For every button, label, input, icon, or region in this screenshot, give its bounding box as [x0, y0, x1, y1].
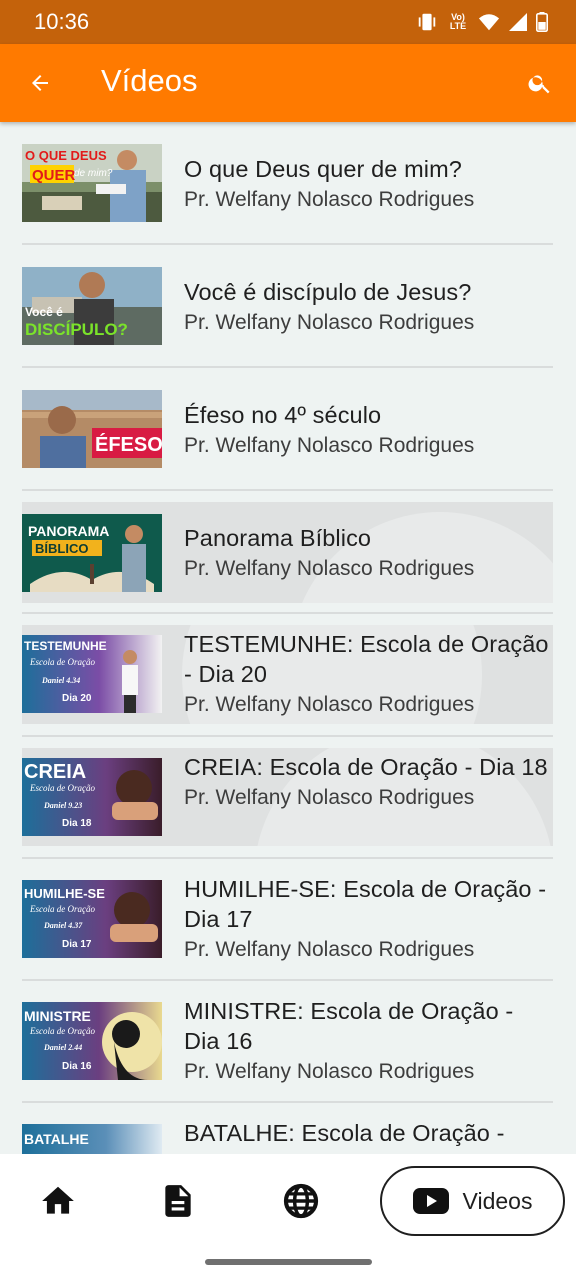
svg-text:de mim?: de mim? — [74, 168, 113, 179]
svg-text:MINISTRE: MINISTRE — [24, 1008, 91, 1024]
video-author: Pr. Welfany Nolasco Rodrigues — [184, 1060, 475, 1083]
svg-text:Escola de Oração: Escola de Oração — [29, 904, 95, 914]
svg-text:Escola de Oração: Escola de Oração — [29, 783, 95, 793]
svg-text:Você é: Você é — [25, 305, 63, 319]
page-title: Vídeos — [101, 63, 198, 98]
back-button[interactable] — [22, 65, 58, 101]
nav-videos[interactable]: Videos — [380, 1166, 565, 1236]
video-texts: BATALHE: Escola de Oração - — [184, 1118, 549, 1150]
svg-text:Escola de Oração: Escola de Oração — [29, 657, 95, 667]
svg-text:BÍBLICO: BÍBLICO — [35, 541, 88, 556]
divider — [22, 612, 553, 614]
wifi-icon — [478, 12, 500, 32]
video-title: CREIA: Escola de Oração - Dia 18 — [184, 754, 548, 780]
video-texts: TESTEMUNHE: Escola de Oração - Dia 20 Pr… — [184, 629, 549, 719]
video-title: Éfeso no 4º século — [184, 402, 382, 428]
video-title: Você é discípulo de Jesus? — [184, 279, 472, 305]
bottom-navigation: Videos — [0, 1154, 576, 1246]
battery-icon — [536, 12, 548, 32]
video-author: Pr. Welfany Nolasco Rodrigues — [184, 557, 475, 580]
home-icon — [42, 1186, 74, 1214]
video-texts: Éfeso no 4º século Pr. Welfany Nolasco R… — [184, 400, 549, 460]
gesture-bar — [0, 1246, 576, 1280]
video-title: MINISTRE: Escola de Oração - Dia 16 — [184, 998, 514, 1054]
video-texts: HUMILHE-SE: Escola de Oração - Dia 17 Pr… — [184, 874, 549, 964]
video-author: Pr. Welfany Nolasco Rodrigues — [184, 188, 475, 211]
svg-text:Dia 20: Dia 20 — [62, 693, 92, 704]
video-item[interactable]: CREIA Escola de Oração Daniel 9.23 Dia 1… — [22, 748, 553, 846]
video-thumbnail: O QUE DEUS QUER de mim? — [22, 144, 162, 222]
video-author: Pr. Welfany Nolasco Rodrigues — [184, 693, 475, 716]
video-title: HUMILHE-SE: Escola de Oração - Dia 17 — [184, 876, 547, 932]
video-thumbnail: CREIA Escola de Oração Daniel 9.23 Dia 1… — [22, 758, 162, 836]
search-icon — [528, 75, 550, 94]
video-thumbnail: Você é DISCÍPULO? — [22, 267, 162, 345]
video-thumbnail: MINISTRE Escola de Oração Daniel 2.44 Di… — [22, 1002, 162, 1080]
video-item[interactable]: TESTEMUNHE Escola de Oração Daniel 4.34 … — [22, 625, 553, 724]
video-title: TESTEMUNHE: Escola de Oração - Dia 20 — [184, 631, 549, 687]
video-texts: Você é discípulo de Jesus? Pr. Welfany N… — [184, 277, 549, 337]
svg-text:PANORAMA: PANORAMA — [28, 523, 109, 539]
video-item[interactable]: BATALHE BATALHE: Escola de Oração - — [22, 1103, 553, 1154]
nav-videos-label: Videos — [462, 1187, 533, 1214]
video-author: Pr. Welfany Nolasco Rodrigues — [184, 938, 475, 961]
video-thumbnail: BATALHE — [22, 1124, 162, 1154]
svg-text:Dia 16: Dia 16 — [62, 1061, 92, 1072]
youtube-icon — [412, 1188, 449, 1214]
status-time: 10:36 — [34, 9, 90, 34]
signal-icon — [509, 13, 527, 31]
status-icons: Vo) LTE — [416, 10, 548, 34]
svg-text:QUER: QUER — [32, 167, 76, 184]
video-author: Pr. Welfany Nolasco Rodrigues — [184, 434, 475, 457]
nav-document[interactable] — [158, 1181, 198, 1221]
globe-icon — [283, 1183, 319, 1219]
video-author: Pr. Welfany Nolasco Rodrigues — [184, 786, 475, 809]
video-texts: CREIA: Escola de Oração - Dia 18 Pr. Wel… — [184, 752, 549, 812]
video-list: O QUE DEUS QUER de mim? O que Deus quer … — [0, 122, 576, 1154]
app-bar: Vídeos — [0, 44, 576, 122]
video-texts: MINISTRE: Escola de Oração - Dia 16 Pr. … — [184, 996, 549, 1086]
svg-text:Daniel 2.44: Daniel 2.44 — [43, 1043, 82, 1052]
vibrate-icon — [416, 11, 438, 33]
video-thumbnail: PANORAMA BÍBLICO — [22, 514, 162, 592]
video-title: BATALHE: Escola de Oração - — [184, 1120, 505, 1146]
video-texts: O que Deus quer de mim? Pr. Welfany Nola… — [184, 154, 549, 214]
video-title: O que Deus quer de mim? — [184, 156, 462, 182]
svg-text:CREIA: CREIA — [24, 761, 86, 783]
video-title: Panorama Bíblico — [184, 525, 372, 551]
svg-text:Daniel 4.34: Daniel 4.34 — [41, 676, 80, 685]
svg-text:Escola de Oração: Escola de Oração — [29, 1026, 95, 1036]
home-gesture-handle[interactable] — [205, 1259, 372, 1265]
video-thumbnail: HUMILHE-SE Escola de Oração Daniel 4.37 … — [22, 880, 162, 958]
divider — [22, 735, 553, 737]
status-bar: 10:36 Vo) LTE — [0, 0, 576, 44]
search-button[interactable] — [522, 65, 558, 101]
document-icon — [165, 1185, 191, 1217]
nav-globe[interactable] — [281, 1181, 321, 1221]
svg-text:DISCÍPULO?: DISCÍPULO? — [25, 320, 128, 339]
divider — [22, 489, 553, 491]
video-item[interactable]: PANORAMA BÍBLICO Panorama Bíblico Pr. We… — [22, 502, 553, 603]
video-item[interactable]: ÉFESO Éfeso no 4º século Pr. Welfany Nol… — [22, 368, 553, 478]
arrow-back-icon — [32, 75, 48, 91]
video-thumbnail: ÉFESO — [22, 390, 162, 468]
svg-text:ÉFESO: ÉFESO — [95, 433, 162, 456]
svg-text:O QUE DEUS: O QUE DEUS — [25, 148, 107, 163]
volte-label: Vo) LTE — [449, 12, 467, 31]
video-thumbnail: TESTEMUNHE Escola de Oração Daniel 4.34 … — [22, 635, 162, 713]
svg-text:Dia 17: Dia 17 — [62, 939, 92, 950]
svg-text:TESTEMUNHE: TESTEMUNHE — [24, 639, 107, 653]
nav-home[interactable] — [38, 1181, 78, 1221]
svg-text:HUMILHE-SE: HUMILHE-SE — [24, 886, 105, 901]
video-item[interactable]: MINISTRE Escola de Oração Daniel 2.44 Di… — [22, 981, 553, 1091]
svg-text:Daniel 4.37: Daniel 4.37 — [43, 921, 83, 930]
video-author: Pr. Welfany Nolasco Rodrigues — [184, 311, 475, 334]
video-item[interactable]: O QUE DEUS QUER de mim? O que Deus quer … — [22, 122, 553, 232]
svg-text:Dia 18: Dia 18 — [62, 818, 92, 829]
video-item[interactable]: HUMILHE-SE Escola de Oração Daniel 4.37 … — [22, 859, 553, 969]
svg-text:Daniel 9.23: Daniel 9.23 — [43, 801, 82, 810]
video-texts: Panorama Bíblico Pr. Welfany Nolasco Rod… — [184, 523, 549, 583]
video-item[interactable]: Você é DISCÍPULO? Você é discípulo de Je… — [22, 245, 553, 355]
svg-text:BATALHE: BATALHE — [24, 1131, 89, 1147]
